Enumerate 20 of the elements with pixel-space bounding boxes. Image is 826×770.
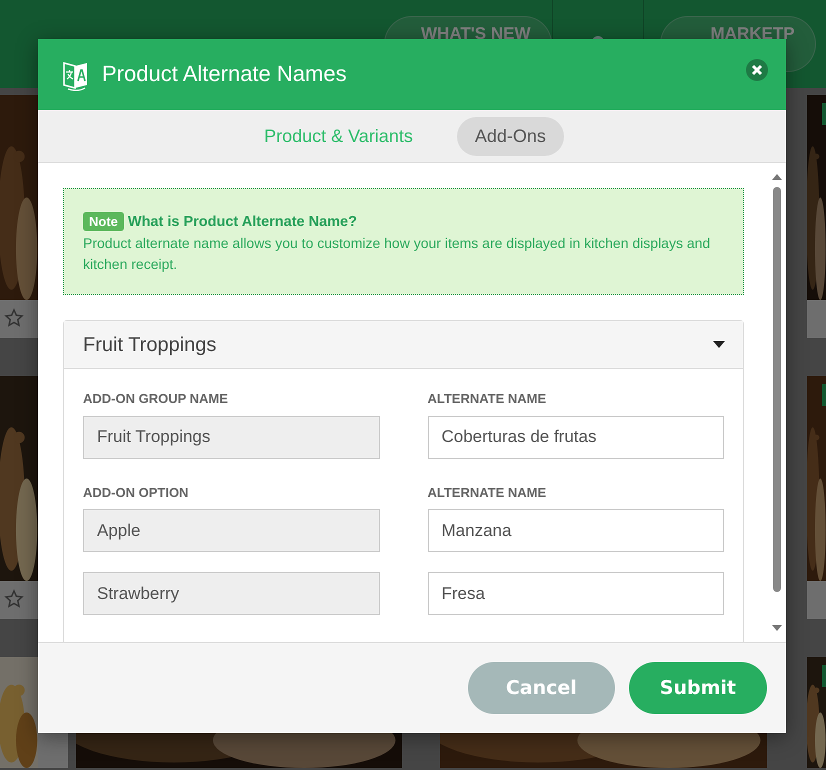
note-heading: What is Product Alternate Name?: [128, 214, 357, 230]
alternate-name-field[interactable]: Manzana: [428, 509, 724, 552]
alternate-name-field[interactable]: Fresa: [428, 572, 724, 615]
note-badge: Note: [83, 212, 124, 231]
tab[interactable]: Add-Ons: [456, 116, 564, 156]
name-field[interactable]: Fruit Troppings: [83, 416, 380, 458]
accordion-title: Fruit Troppings: [83, 332, 216, 358]
star-icon: [4, 589, 24, 609]
option-field[interactable]: Apple: [83, 509, 380, 552]
field-label: ADD-ON GROUP NAME: [83, 390, 229, 408]
modal-title: Product Alternate Names: [102, 61, 348, 88]
close-icon[interactable]: [746, 58, 768, 80]
alternate-name-field[interactable]: Coberturas de frutas: [428, 416, 724, 458]
note-text: Product alternate name allows you to customize how your items are displayed in kitchen displays and kitchen receipt.: [83, 234, 712, 274]
star-icon: [4, 308, 24, 328]
field-label: ADD-ON OPTION: [83, 484, 190, 502]
accordion-header[interactable]: Fruit Troppings: [64, 321, 743, 369]
option-field[interactable]: Strawberry: [83, 572, 380, 615]
field-label: ALTERNATE NAME: [428, 390, 548, 408]
field-label: ALTERNATE NAME: [428, 484, 548, 502]
